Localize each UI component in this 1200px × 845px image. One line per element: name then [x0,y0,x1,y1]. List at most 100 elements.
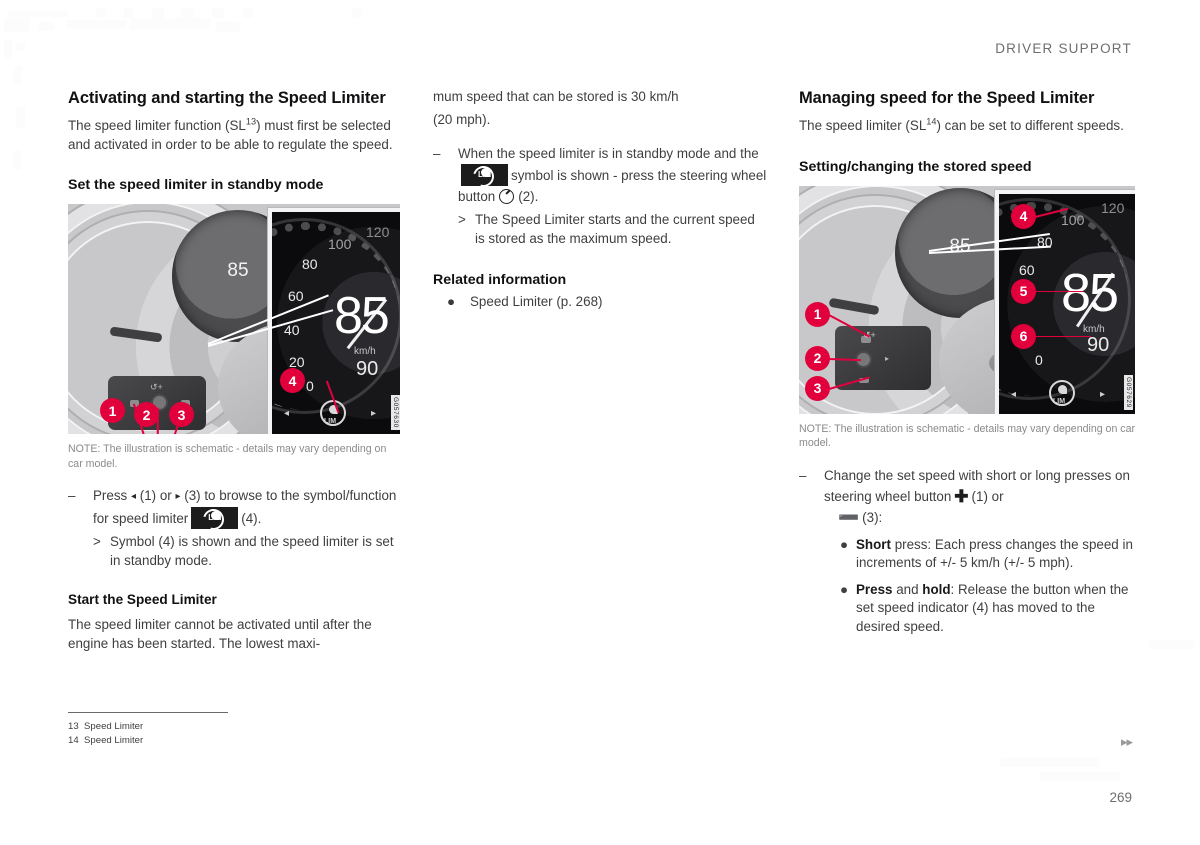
figure-caption: NOTE: The illustration is schematic - de… [68,443,387,470]
substep: > The Speed Limiter starts and the curre… [458,211,768,248]
scan-artifact [8,10,68,17]
scan-artifact [66,20,126,29]
intro-text-a: The speed limiter (SL [799,118,927,133]
procedure-list-standby: – Press ◂ (1) or ▸ (3) to browse to the … [68,485,400,571]
speed-limiter-symbol-icon: LIM [191,505,239,534]
speed-limiter-symbol-icon: LIM [461,162,508,191]
scan-artifact [130,18,210,30]
inset-tick-100: 100 [1061,211,1085,228]
scan-artifact [124,8,134,18]
step-body: When the speed limiter is in standby mod… [458,143,768,249]
scan-artifact [182,8,194,18]
section-heading-start: Start the Speed Limiter [68,592,217,608]
press-type-hold-text: Press and hold: Release the button when … [856,581,1135,637]
inset-tick-120: 120 [1101,199,1125,216]
bullet-icon: ● [840,581,849,597]
procedure-list-managing: – Change the set speed with short or lon… [799,465,1135,645]
footnote-number: 13 [68,721,79,732]
substep-mark: > [93,534,101,550]
short-press-description: press: Each press changes the speed in i… [856,536,1133,571]
figure-watermark: G057630 [391,395,400,431]
callout-bubble-3: 3 [805,375,830,401]
inset-tick-0: 0 [306,378,314,395]
inset-unit-label: km/h [354,346,376,358]
bullet-icon: ● [840,536,849,552]
scan-artifact [1150,640,1194,649]
speedometer-button-icon [499,189,515,205]
step-body: Change the set speed with short or long … [824,465,1135,645]
page-number: 269 [1109,790,1132,805]
scan-artifact [14,66,22,84]
continued-text-a: mum speed that can be stored is 30 km/h [433,89,679,104]
inset-left-arrow-icon: ◂ [1011,388,1017,400]
scan-artifact [16,42,25,51]
scan-artifact [4,40,12,58]
figure-standby-mode: 85 ↺+ VOLVO [68,204,400,471]
press-type-short-text: Short press: Each press changes the spee… [856,536,1135,573]
procedure-step: – Change the set speed with short or lon… [799,465,1135,645]
illustration-steering-wheel-2: 85 ↺+ ▸ VOLVO 1 2 3 [799,185,1135,414]
footnote-rule [68,712,228,713]
inset-tick-80: 80 [302,256,318,273]
step-text-a: Press [93,488,128,504]
inset-current-speed: 85 [334,287,390,346]
scan-artifact [242,8,254,18]
scan-artifact [1000,758,1100,767]
arrow-left-icon: ◂ [130,491,136,503]
footnote-ref-14[interactable]: 14 [926,117,936,127]
substep-mark: > [458,212,466,228]
step-text-d: (4). [241,511,262,527]
figure-watermark: G057629 [1124,374,1133,410]
scan-artifact [38,22,54,31]
callout-bubble-5: 5 [1011,278,1036,304]
running-head: DRIVER SUPPORT [995,41,1132,56]
inset-tick-0: 0 [1035,351,1043,368]
inset-lim-text: LIM [1053,397,1066,405]
step-dash: – [68,488,76,504]
footnote-ref-13[interactable]: 13 [246,117,256,127]
footnote-13: 13 Speed Limiter [68,720,400,734]
scan-artifact [14,150,22,170]
intro-paragraph: The speed limiter function (SL13) must f… [68,117,400,154]
footnote-text: Speed Limiter [84,721,144,732]
step-dash: – [799,467,807,483]
procedure-step: – When the speed limiter is in standby m… [433,143,768,249]
managing-intro: The speed limiter (SL14) can be set to d… [799,117,1135,136]
step-dash: – [433,146,441,162]
inset-current-speed: 85 [1061,262,1119,323]
bullet-icon: ● [447,294,456,310]
cluster-speed-value: 85 [227,259,249,281]
procedure-step: – Press ◂ (1) or ▸ (3) to browse to the … [68,485,400,571]
inset-right-arrow-icon: ▸ [370,408,376,420]
related-link[interactable]: Speed Limiter (p. 268) [470,292,603,311]
left-button-pad[interactable] [835,325,931,390]
substep-text: Symbol (4) is shown and the speed limite… [110,534,394,568]
footnote-14: 14 Speed Limiter [68,734,400,748]
button-pad-plus-label: ↺+ [150,382,163,393]
pad-right-arrow-icon: ▸ [885,353,890,363]
short-press-label: Short [856,536,891,552]
step-text-b: (1) or [971,488,1004,504]
callout-bubble-6: 6 [1011,323,1036,349]
scan-artifact [352,8,362,18]
scan-artifact [96,8,106,18]
section-heading-setting: Setting/changing the stored speed [799,158,1032,175]
section-heading-standby: Set the speed limiter in standby mode [68,177,324,194]
substep: > Symbol (4) is shown and the speed limi… [93,533,400,570]
inset-tick-60: 60 [1019,261,1035,278]
step-text-a: When the speed limiter is in standby mod… [458,146,759,162]
related-information-list: ● Speed Limiter (p. 268) [447,292,768,311]
press-label: Press [856,581,893,597]
manual-page: DRIVER SUPPORT Activating and starting t… [0,0,1200,845]
inset-tick-120: 120 [366,224,390,241]
callout-leader-5 [1035,290,1083,293]
press-type-hold: ● Press and hold: Release the button whe… [840,581,1135,637]
related-information-heading: Related information [433,272,567,289]
substep-list: > Symbol (4) is shown and the speed limi… [93,533,400,570]
related-item[interactable]: ● Speed Limiter (p. 268) [447,292,768,311]
procedure-list-start: – When the speed limiter is in standby m… [433,143,768,249]
page-title: Activating and starting the Speed Limite… [68,89,386,107]
illustration-steering-wheel-1: 85 ↺+ VOLVO [68,204,400,435]
step-text-c: (3): [862,509,883,525]
scan-artifact [4,18,30,32]
